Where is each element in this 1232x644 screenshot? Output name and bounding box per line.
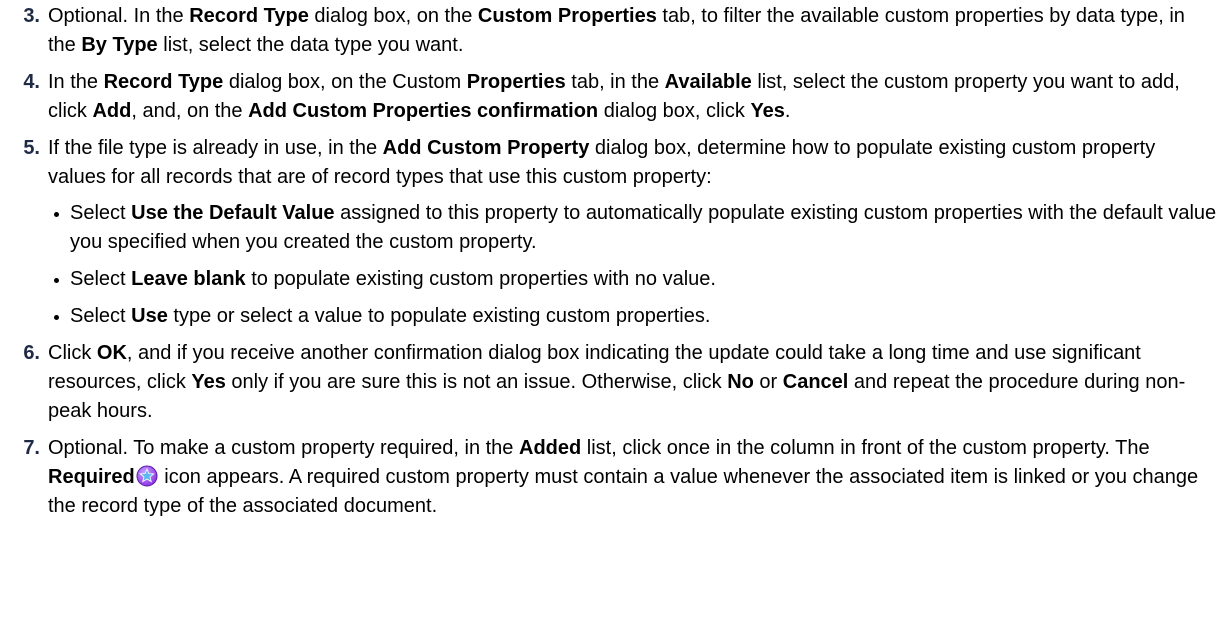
option-item: Select Use type or select a value to pop… bbox=[48, 302, 1218, 331]
ui-term: Add Custom Properties confirmation bbox=[248, 100, 599, 122]
ui-term: No bbox=[727, 371, 754, 393]
step-4: 4. In the Record Type dialog box, on the… bbox=[0, 68, 1232, 126]
ui-term: Use bbox=[131, 305, 168, 327]
ui-term: OK bbox=[96, 342, 127, 364]
step-number: 6. bbox=[23, 342, 40, 364]
step-text: Click OK, and if you receive another con… bbox=[48, 342, 1186, 422]
step-number: 5. bbox=[23, 137, 40, 159]
step-text: Optional. In the Record Type dialog box,… bbox=[48, 5, 1185, 56]
ui-term: Add Custom Property bbox=[382, 137, 590, 159]
procedure-steps: 3. Optional. In the Record Type dialog b… bbox=[0, 0, 1232, 644]
ui-term: Record Type bbox=[103, 71, 224, 93]
ui-term: Add bbox=[92, 100, 132, 122]
option-item: Select Use the Default Value assigned to… bbox=[48, 199, 1218, 257]
step-number: 4. bbox=[23, 71, 40, 93]
ui-term: Use the Default Value bbox=[131, 202, 335, 224]
step-text: If the file type is already in use, in t… bbox=[48, 137, 1156, 188]
step-6: 6. Click OK, and if you receive another … bbox=[0, 339, 1232, 426]
bullet-icon bbox=[54, 212, 59, 217]
ui-term: Record Type bbox=[189, 5, 309, 27]
ui-term: Properties bbox=[466, 71, 566, 93]
option-item: Select Leave blank to populate existing … bbox=[48, 265, 1218, 294]
step-text: Optional. To make a custom property requ… bbox=[48, 437, 1199, 517]
option-list: Select Use the Default Value assigned to… bbox=[48, 199, 1218, 331]
ui-term: Required bbox=[48, 466, 135, 488]
ui-term: Yes bbox=[750, 100, 785, 122]
ui-term: Added bbox=[519, 437, 582, 459]
ui-term: Available bbox=[664, 71, 752, 93]
step-number: 7. bbox=[23, 437, 40, 459]
bullet-icon bbox=[54, 278, 59, 283]
ui-term: Custom Properties bbox=[477, 5, 657, 27]
step-text: In the Record Type dialog box, on the Cu… bbox=[48, 71, 1180, 122]
ui-term: Yes bbox=[191, 371, 226, 393]
bullet-icon bbox=[54, 315, 59, 320]
ui-term: Leave blank bbox=[131, 268, 246, 290]
required-star-icon bbox=[136, 465, 158, 487]
step-number: 3. bbox=[23, 5, 40, 27]
step-7: 7. Optional. To make a custom property r… bbox=[0, 434, 1232, 521]
step-5: 5. If the file type is already in use, i… bbox=[0, 134, 1232, 331]
ui-term: By Type bbox=[81, 34, 158, 56]
step-3: 3. Optional. In the Record Type dialog b… bbox=[0, 2, 1232, 60]
ui-term: Cancel bbox=[782, 371, 849, 393]
